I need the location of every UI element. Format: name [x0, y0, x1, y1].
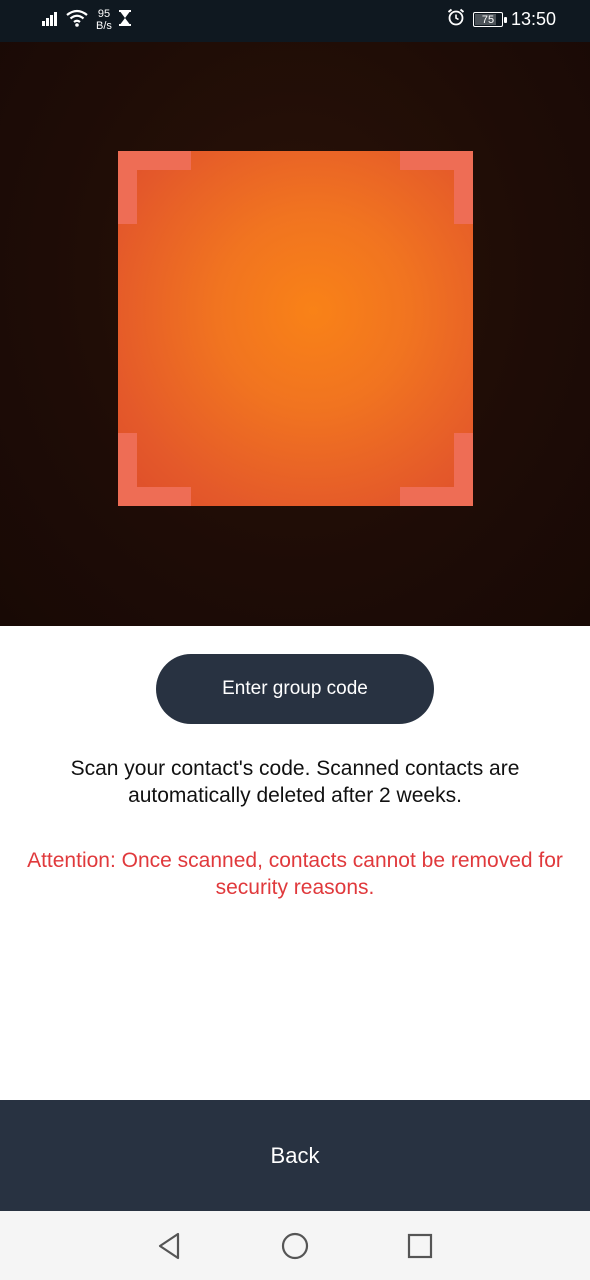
system-nav-bar	[0, 1211, 590, 1280]
scan-corner-top-right	[400, 151, 473, 224]
hourglass-icon	[118, 9, 132, 31]
status-left-group: 95 B/s	[42, 8, 132, 32]
home-circle-icon[interactable]	[277, 1228, 313, 1264]
alarm-icon	[447, 8, 465, 31]
network-speed: 95 B/s	[96, 8, 112, 32]
qr-scan-frame	[118, 151, 473, 506]
camera-viewfinder	[0, 42, 590, 626]
back-button[interactable]: Back	[0, 1100, 590, 1211]
scan-corner-top-left	[118, 151, 191, 224]
attention-warning-text: Attention: Once scanned, contacts cannot…	[27, 849, 563, 899]
battery-level: 75	[481, 13, 495, 26]
clock-time: 13:50	[510, 9, 556, 29]
scan-info-text: Scan your contact's code. Scanned contac…	[70, 757, 520, 807]
status-bar: 95 B/s 75 13:50	[0, 0, 590, 42]
wifi-icon	[66, 9, 88, 32]
status-right-group: 75 13:50	[447, 8, 556, 31]
signal-icon	[42, 10, 60, 31]
enter-group-code-button[interactable]: Enter group code	[156, 654, 434, 724]
battery-icon: 75	[472, 12, 507, 27]
back-triangle-icon[interactable]	[151, 1228, 187, 1264]
recents-square-icon[interactable]	[402, 1228, 438, 1264]
back-button-label: Back	[270, 1142, 320, 1168]
scan-corner-bottom-left	[118, 433, 191, 506]
scan-corner-bottom-right	[400, 433, 473, 506]
network-speed-unit: B/s	[96, 20, 112, 32]
network-speed-value: 95	[97, 8, 111, 20]
